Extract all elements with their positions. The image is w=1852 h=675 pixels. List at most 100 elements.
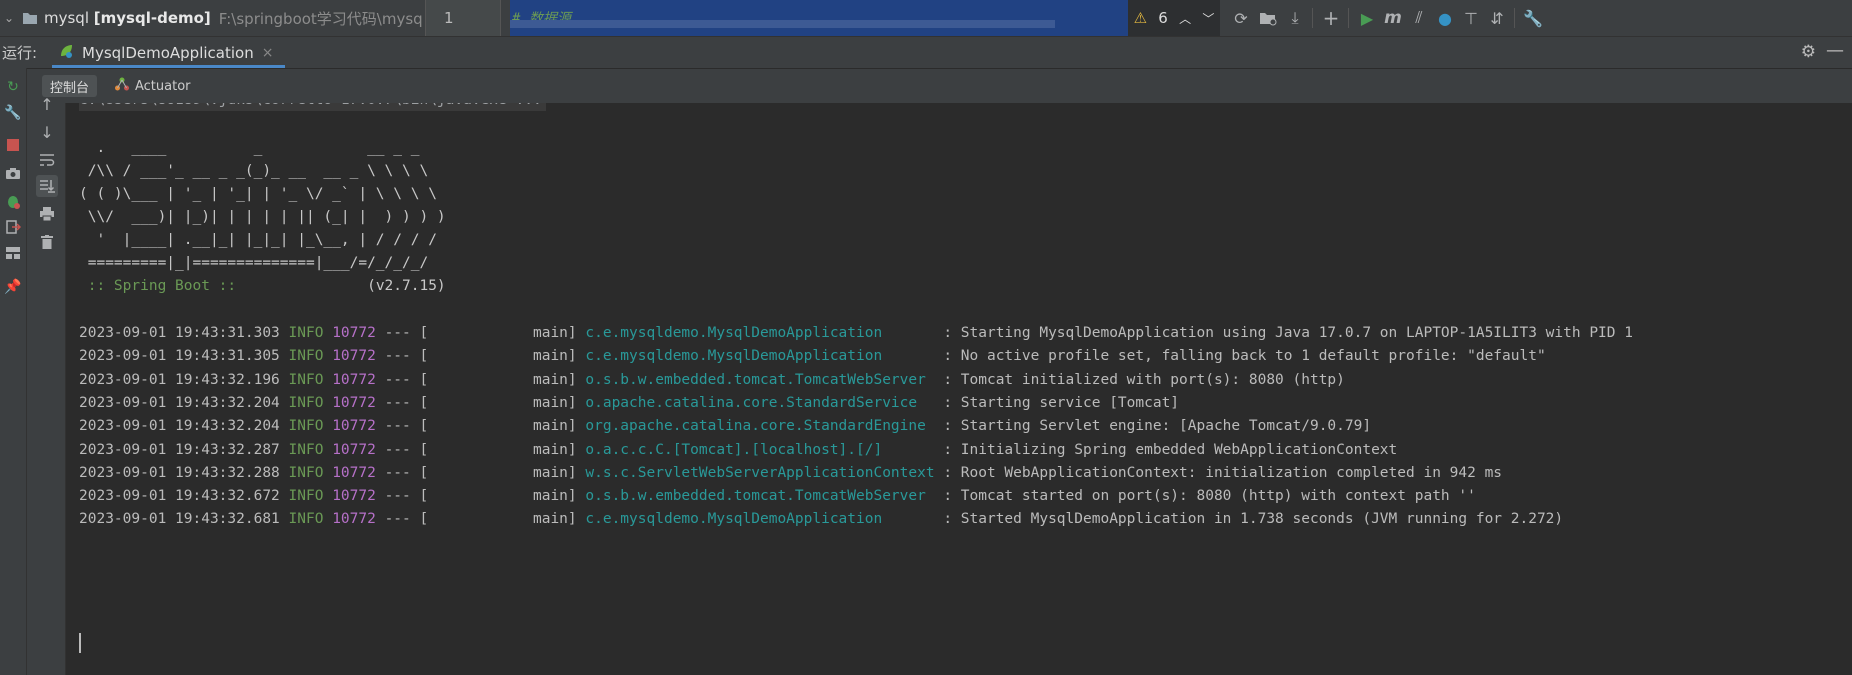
log-timestamp: 2023-09-01 19:43:32.204 [79,418,280,435]
debug-icon[interactable] [2,190,24,212]
toolbar-divider [1312,8,1313,28]
log-timestamp: 2023-09-01 19:43:31.305 [79,348,280,365]
line-number: 1 [444,9,454,27]
stop-icon[interactable] [2,134,24,156]
scroll-up-icon[interactable]: ↑ [36,93,58,115]
banner-line: . ____ _ __ _ _ [79,140,420,156]
inspection-widget[interactable]: ⚠ 6 ︿ ﹀ [1128,0,1220,36]
expand-icon[interactable]: ⇵ [1486,7,1508,29]
close-icon[interactable]: × [262,45,274,61]
log-message: : Starting MysqlDemoApplication using Ja… [934,325,1633,341]
banner-line: ( ( )\___ | '_ | '_| | '_ \/ _` | \ \ \ … [79,186,437,202]
pin-icon[interactable]: 📌 [2,276,24,298]
scroll-to-end-icon[interactable] [36,175,58,197]
run-label: 运行: [2,44,38,62]
run-tab[interactable]: MysqlDemoApplication × [52,37,285,68]
banner-line: \\/ ___)| |_)| | | | | || (_| | ) ) ) ) [79,209,446,225]
log-line: 2023-09-01 19:43:32.196 INFO 10772 --- [… [79,369,1345,391]
log-message: : Tomcat initialized with port(s): 8080 … [934,371,1345,388]
trash-icon[interactable] [36,231,58,253]
log-thread: main] [436,348,577,365]
toolbar-divider [1514,8,1515,28]
log-logger[interactable]: org.apache.catalina.core.StandardEngine [585,418,934,434]
log-timestamp: 2023-09-01 19:43:31.303 [79,325,280,341]
console-output[interactable]: C:\Users\86189\.jdks\corretto-17.0.7\bin… [66,103,1852,675]
minimize-icon[interactable]: — [1826,40,1844,61]
layout-icon[interactable] [2,242,24,264]
maven-icon[interactable]: m [1382,7,1404,29]
log-message: : Started MysqlDemoApplication in 1.738 … [934,511,1564,528]
log-message: : Root WebApplicationContext: initializa… [934,464,1503,481]
folder-icon [22,0,42,36]
wrench-icon[interactable]: 🔧 [2,102,24,124]
log-logger[interactable]: o.apache.catalina.core.StandardService [585,395,934,411]
log-logger[interactable]: o.s.b.w.embedded.tomcat.TomcatWebServer [585,488,934,504]
log-thread: main] [436,441,577,458]
editor-line[interactable]: # 数据源 [510,0,1128,36]
collapse-icon[interactable]: ⊤ [1460,7,1482,29]
arrow-down-icon[interactable]: ﹀ [1202,10,1214,27]
log-pid: 10772 [332,348,376,365]
exit-icon[interactable] [2,216,24,238]
soft-wrap-icon[interactable] [36,149,58,171]
log-line: 2023-09-01 19:43:32.287 INFO 10772 --- [… [79,439,1397,461]
tab-actuator-label: Actuator [135,78,191,94]
gear-icon[interactable]: ⚙ [1801,42,1816,62]
log-thread: main] [436,464,577,481]
log-level: INFO [288,325,324,341]
log-logger[interactable]: o.s.b.w.embedded.tomcat.TomcatWebServer [585,372,934,388]
top-toolbar: ⌄ mysql [mysql-demo] F:\springboot学习代码\m… [0,0,1852,37]
tab-actuator[interactable]: Actuator [115,75,191,97]
log-logger[interactable]: c.e.mysqldemo.MysqlDemoApplication [585,325,934,341]
java-command-line[interactable]: C:\Users\86189\.jdks\corretto-17.0.7\bin… [79,103,546,111]
log-line: 2023-09-01 19:43:32.204 INFO 10772 --- [… [79,415,1371,437]
log-logger[interactable]: c.e.mysqldemo.MysqlDemoApplication [585,348,934,364]
log-separator: --- [ [384,325,429,341]
chevron-down-icon[interactable]: ⌄ [0,0,18,36]
log-logger[interactable]: o.a.c.c.C.[Tomcat].[localhost].[/] [585,442,934,458]
log-pid: 10772 [332,464,376,481]
project-selector[interactable]: mysql [mysql-demo] F:\springboot学习代码\mys… [44,0,423,36]
log-level: INFO [288,488,324,505]
add-icon[interactable]: + [1320,6,1342,30]
skip-tests-icon[interactable]: ⫽ [1408,7,1430,29]
log-message: : Starting service [Tomcat] [934,394,1180,411]
banner-line: ' |____| .__|_| |_|_| |_\__, | / / / / [79,232,437,248]
rerun-icon[interactable]: ↻ [2,76,24,98]
log-pid: 10772 [332,325,376,341]
run-subtabs: 控制台 Actuator [27,69,1852,103]
folder-sync-icon[interactable] [1257,7,1279,29]
print-icon[interactable] [36,203,58,225]
log-pid: 10772 [332,418,376,435]
refresh-icon[interactable]: ⟳ [1230,7,1252,29]
scroll-down-icon[interactable]: ↓ [36,121,58,143]
log-thread: main] [436,488,577,505]
log-timestamp: 2023-09-01 19:43:32.288 [79,464,280,481]
log-logger[interactable]: c.e.mysqldemo.MysqlDemoApplication [585,511,934,527]
banner-line: =========|_|==============|___/=/_/_/_/ [79,255,429,271]
log-timestamp: 2023-09-01 19:43:32.681 [79,511,280,528]
log-message: : Tomcat started on port(s): 8080 (http)… [934,488,1476,505]
log-timestamp: 2023-09-01 19:43:32.204 [79,394,280,411]
log-line: 2023-09-01 19:43:32.672 INFO 10772 --- [… [79,485,1476,507]
log-separator: --- [ [384,371,429,388]
wrench-icon[interactable]: 🔧 [1522,7,1544,29]
arrow-up-icon[interactable]: ︿ [1179,10,1191,27]
log-thread: main] [436,418,577,435]
download-icon[interactable]: ⤓ [1284,7,1306,29]
run-icon[interactable]: ▶ [1356,7,1378,29]
show-dependencies-icon[interactable]: ● [1434,7,1456,29]
editor-horizontal-scrollbar[interactable] [510,20,1055,28]
log-line: 2023-09-01 19:43:31.303 INFO 10772 --- [… [79,322,1633,344]
spring-boot-version: (v2.7.15) [244,278,446,294]
log-separator: --- [ [384,511,429,528]
log-separator: --- [ [384,441,429,458]
log-message: : No active profile set, falling back to… [934,348,1546,365]
log-separator: --- [ [384,464,429,481]
log-message: : Starting Servlet engine: [Apache Tomca… [934,418,1372,435]
log-pid: 10772 [332,394,376,411]
project-path: F:\springboot学习代码\mysq [218,9,423,28]
log-logger[interactable]: w.s.c.ServletWebServerApplicationContext [585,465,934,481]
camera-icon[interactable] [2,162,24,184]
log-line: 2023-09-01 19:43:32.288 INFO 10772 --- [… [79,462,1502,484]
